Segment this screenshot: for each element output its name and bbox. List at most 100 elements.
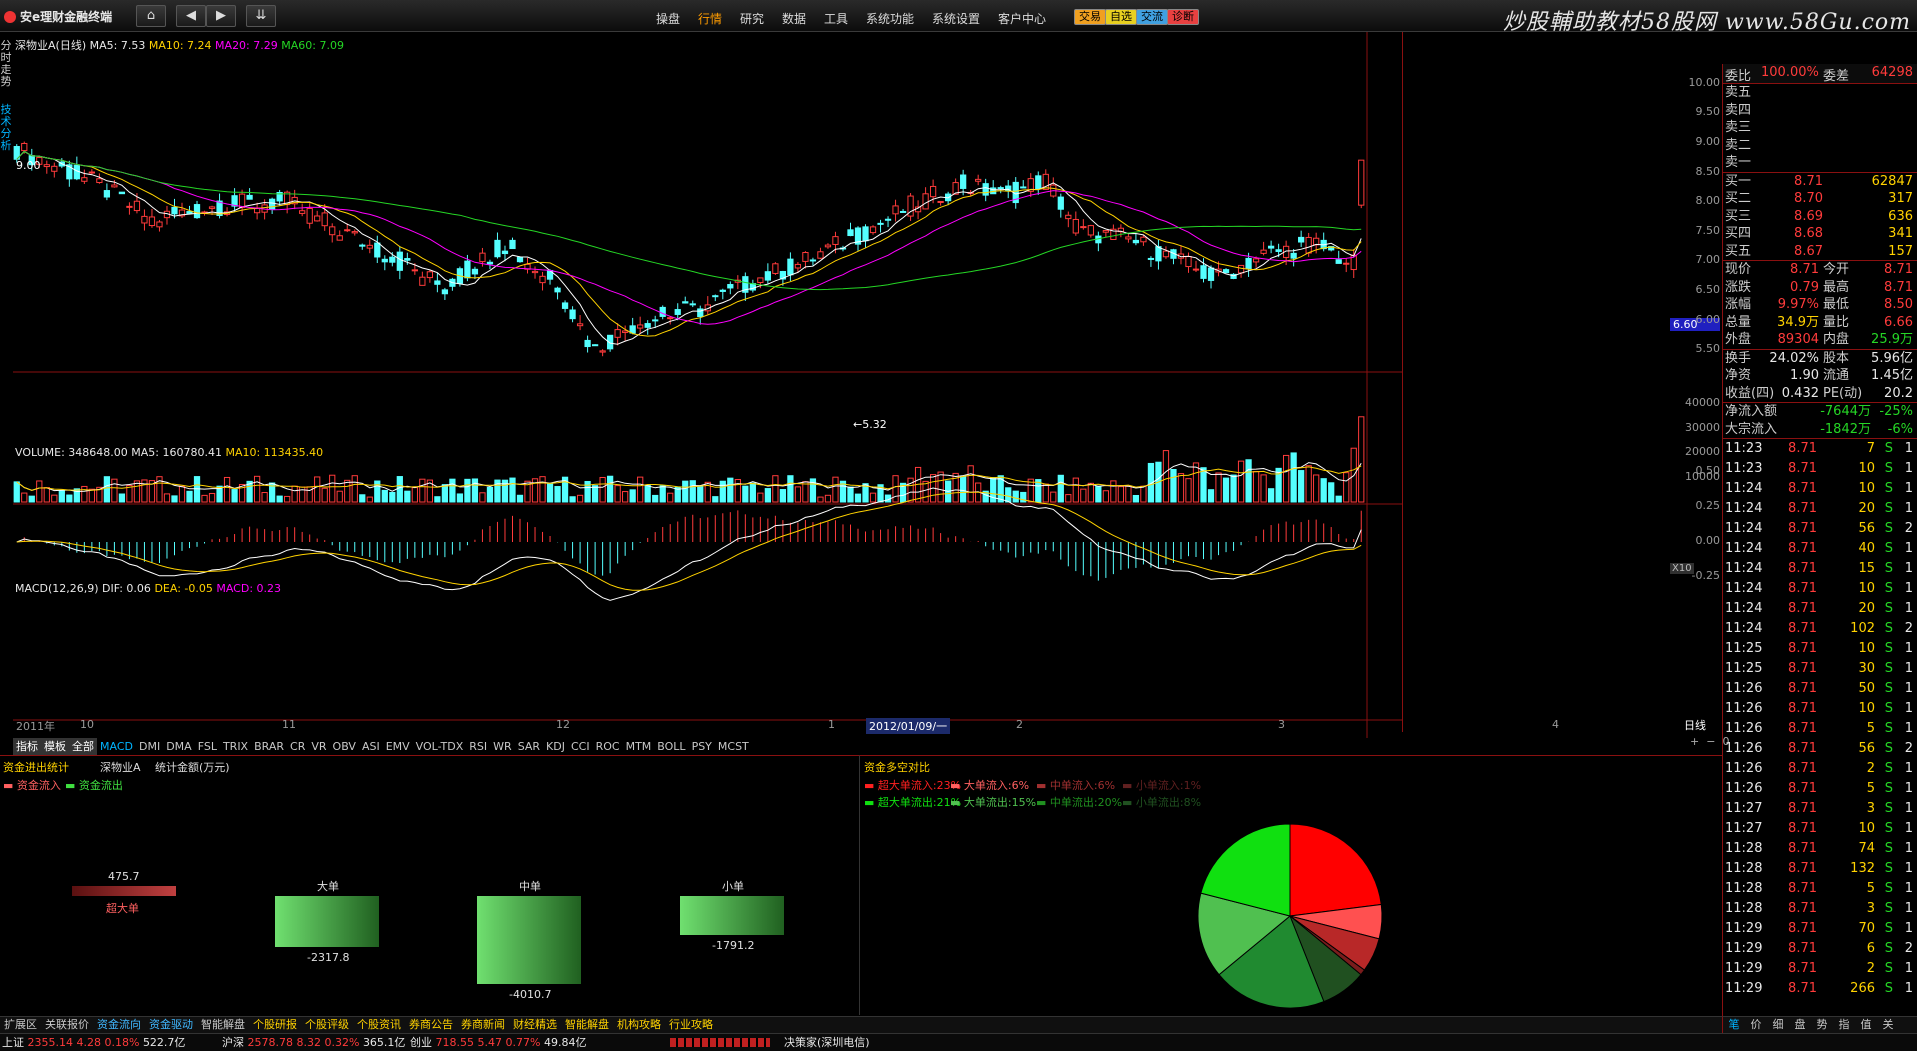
indicator-tab-vr[interactable]: VR: [308, 738, 329, 755]
indicator-tab-brar[interactable]: BRAR: [251, 738, 287, 755]
footer-nav-6[interactable]: 个股评级: [301, 1017, 353, 1033]
indicator-tab-mtm[interactable]: MTM: [623, 738, 655, 755]
index-1[interactable]: 沪深 2578.78 8.32 0.32% 365.1亿: [222, 1034, 405, 1051]
indicator-tab-wr[interactable]: WR: [490, 738, 515, 755]
price-axis-label: 8.00: [1695, 194, 1721, 208]
indicator-tab-obv[interactable]: OBV: [330, 738, 359, 755]
indicator-tab-macd[interactable]: MACD: [97, 738, 136, 755]
tick-price: 8.71: [1788, 741, 1817, 756]
indicator-tab-kdj[interactable]: KDJ: [543, 738, 568, 755]
candle: [899, 208, 907, 213]
tick-direction: S: [1884, 961, 1893, 976]
quote-tab-5[interactable]: 指: [1833, 1017, 1855, 1033]
kline-chart[interactable]: [13, 32, 1403, 738]
quick-button-0[interactable]: 交易: [1074, 9, 1106, 25]
menu-7[interactable]: 客户中心: [998, 10, 1046, 27]
prev-button[interactable]: ◀: [176, 5, 206, 27]
tick-direction: S: [1884, 521, 1893, 536]
quick-button-2[interactable]: 交流: [1136, 9, 1168, 25]
indicator-tab-指标[interactable]: 指标: [13, 738, 41, 755]
volume-bar: [652, 494, 659, 503]
footer-nav-10[interactable]: 财经精选: [509, 1017, 561, 1033]
indicator-tab-sar[interactable]: SAR: [515, 738, 543, 755]
index-0[interactable]: 上证 2355.14 4.28 0.18% 522.7亿: [2, 1034, 185, 1051]
index-2[interactable]: 创业 718.55 5.47 0.77% 49.84亿: [410, 1034, 586, 1051]
cursor-date-label: 2012/01/09/一: [866, 718, 951, 734]
footer-nav-7[interactable]: 个股资讯: [353, 1017, 405, 1033]
tick-volume: 70: [1858, 921, 1875, 936]
menu-3[interactable]: 数据: [782, 10, 806, 27]
volume-bar: [659, 485, 666, 503]
index-amount: 49.84亿: [543, 1036, 587, 1049]
candle: [1050, 177, 1057, 198]
next-button[interactable]: ▶: [206, 5, 236, 27]
volume-legend: VOLUME: 348648.00 MA5: 160780.41 MA10: 1…: [15, 446, 323, 459]
indicator-tab-cci[interactable]: CCI: [568, 738, 593, 755]
indicator-tab-roc[interactable]: ROC: [593, 738, 623, 755]
quote-tab-3[interactable]: 盘: [1789, 1017, 1811, 1033]
menu-2[interactable]: 研究: [740, 10, 764, 27]
quote-tab-6[interactable]: 值: [1855, 1017, 1877, 1033]
tick-direction: S: [1884, 641, 1893, 656]
menu-6[interactable]: 系统设置: [932, 10, 980, 27]
tab-tech-analysis[interactable]: 技术分析: [0, 104, 13, 152]
quote-tab-0[interactable]: 笔: [1723, 1017, 1745, 1033]
quote-tab-1[interactable]: 价: [1745, 1017, 1767, 1033]
footer-nav-0[interactable]: 扩展区: [0, 1017, 41, 1033]
tick-row: 11:28 8.71 5 S 1: [1723, 879, 1917, 899]
net-flow-row-amount: -7644万: [1820, 404, 1871, 419]
footer-nav-4[interactable]: 智能解盘: [197, 1017, 249, 1033]
footer-nav-11[interactable]: 智能解盘: [561, 1017, 613, 1033]
zoom-out-icon[interactable]: −: [1706, 735, 1715, 748]
menu-4[interactable]: 工具: [824, 10, 848, 27]
footer-nav-12[interactable]: 机构攻略: [613, 1017, 665, 1033]
tab-time-chart[interactable]: 分时走势: [0, 40, 13, 88]
indicator-tab-trix[interactable]: TRIX: [220, 738, 251, 755]
quick-button-1[interactable]: 自选: [1105, 9, 1137, 25]
footer-nav-3[interactable]: 资金驱动: [145, 1017, 197, 1033]
chart-area[interactable]: [13, 32, 1403, 738]
zoom-in-icon[interactable]: +: [1690, 735, 1699, 748]
indicator-tab-mcst[interactable]: MCST: [715, 738, 752, 755]
stat-row-7: 收益(四) 0.432 PE(动) 20.2: [1723, 385, 1917, 403]
footer-nav-2[interactable]: 资金流向: [93, 1017, 145, 1033]
quote-tab-2[interactable]: 细: [1767, 1017, 1789, 1033]
indicator-tab-cr[interactable]: CR: [287, 738, 308, 755]
price-axis-label: 6.00: [1695, 312, 1721, 326]
indicator-tab-全部[interactable]: 全部: [69, 738, 97, 755]
tick-direction: S: [1884, 941, 1893, 956]
indicator-tab-boll[interactable]: BOLL: [654, 738, 688, 755]
tick-count: 1: [1904, 661, 1913, 676]
home-button[interactable]: ⌂: [136, 5, 166, 27]
candle: [697, 305, 704, 325]
footer-nav-1[interactable]: 关联报价: [41, 1017, 93, 1033]
quote-tab-4[interactable]: 势: [1811, 1017, 1833, 1033]
indicator-tab-asi[interactable]: ASI: [359, 738, 383, 755]
indicator-tab-fsl[interactable]: FSL: [195, 738, 220, 755]
footer-nav-9[interactable]: 券商新闻: [457, 1017, 509, 1033]
menu-5[interactable]: 系统功能: [866, 10, 914, 27]
indicator-tab-rsi[interactable]: RSI: [466, 738, 490, 755]
indicator-tab-emv[interactable]: EMV: [383, 738, 413, 755]
menu-1[interactable]: 行情: [698, 10, 722, 27]
indicator-tab-vol-tdx[interactable]: VOL-TDX: [413, 738, 467, 755]
indicator-tab-dmi[interactable]: DMI: [136, 738, 163, 755]
dropdown-button[interactable]: ⇊: [246, 5, 276, 27]
volume-bar: [1065, 494, 1072, 503]
period-label[interactable]: 日线: [1684, 717, 1706, 733]
quick-button-3[interactable]: 诊断: [1167, 9, 1199, 25]
volume-bar: [697, 485, 704, 503]
macd-axis-label: 0.25: [1695, 499, 1721, 512]
indicator-tab-模板[interactable]: 模板: [41, 738, 69, 755]
quote-tab-7[interactable]: 关: [1877, 1017, 1899, 1033]
footer-nav-13[interactable]: 行业攻略: [665, 1017, 717, 1033]
footer-nav-5[interactable]: 个股研报: [249, 1017, 301, 1033]
menu-0[interactable]: 操盘: [656, 10, 680, 27]
indicator-tab-psy[interactable]: PSY: [689, 738, 715, 755]
indicator-tab-dma[interactable]: DMA: [163, 738, 195, 755]
indicator-tabs: 指标 模板 全部 MACD DMI DMA FSL TRIX BRAR CR VR OBV ASI EMV…: [13, 738, 752, 755]
footer-nav-8[interactable]: 券商公告: [405, 1017, 457, 1033]
candle: [509, 237, 516, 250]
tick-volume: 10: [1858, 581, 1875, 596]
tab-time-label: 分时走势: [0, 39, 12, 88]
